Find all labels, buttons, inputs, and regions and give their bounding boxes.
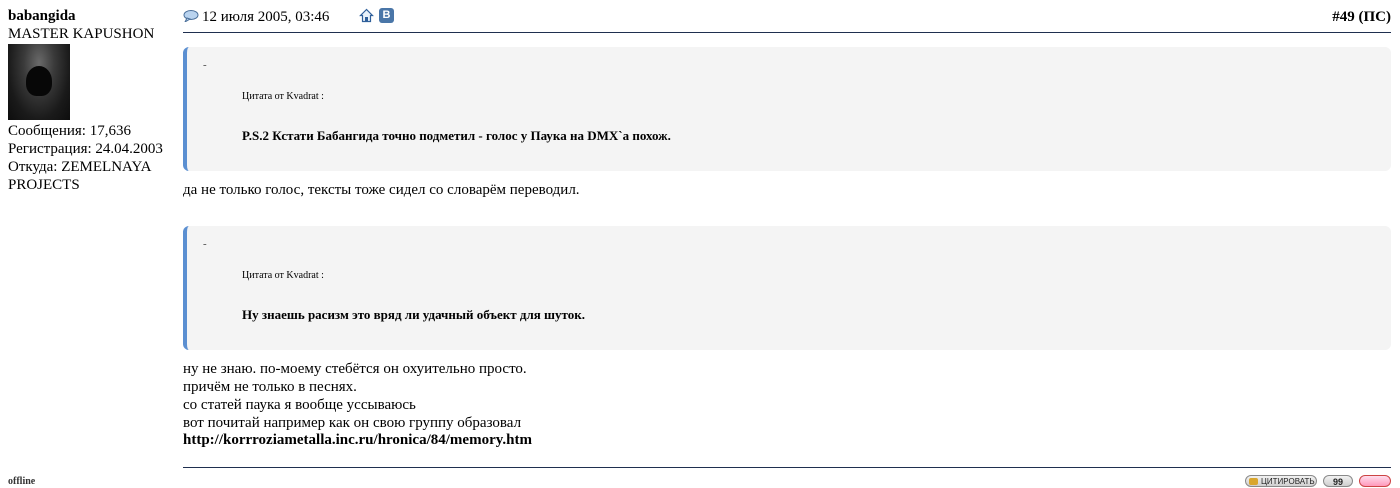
user-registration: Регистрация: 24.04.2003 xyxy=(8,141,163,157)
user-location: Откуда: ZEMELNAYA xyxy=(8,159,152,175)
quote-button[interactable]: ЦИТИРОВАТЬ xyxy=(1245,475,1317,487)
post-text-line: вот почитай например как он свою группу … xyxy=(183,415,522,431)
quote-author: Цитата от Kvadrat : xyxy=(242,270,324,281)
post-number-link[interactable]: #49 xyxy=(1332,9,1355,25)
multiquote-button[interactable]: 99 xyxy=(1323,475,1353,487)
report-button[interactable] xyxy=(1359,475,1391,487)
post-link[interactable]: http://korrroziametalla.inc.ru/hronica/8… xyxy=(183,432,532,449)
user-title: MASTER KAPUSHON xyxy=(8,26,155,42)
speech-bubble-icon xyxy=(183,10,199,22)
post-text-line: со статей паука я вообще уссываюсь xyxy=(183,397,416,413)
quote-author: Цитата от Kvadrat : xyxy=(242,91,324,102)
post-text-line: ну не знаю. по-моему стебётся он охуител… xyxy=(183,361,527,377)
quote-dash: - xyxy=(203,59,207,71)
avatar[interactable] xyxy=(8,44,70,120)
quote-text: Ну знаешь расизм это вряд ли удачный объ… xyxy=(242,307,585,322)
home-icon[interactable] xyxy=(359,8,374,23)
post-date: 12 июля 2005, 03:46 xyxy=(202,9,330,25)
post-text-line: причём не только в песнях. xyxy=(183,379,357,395)
quote-text: P.S.2 Кстати Бабангида точно подметил - … xyxy=(242,128,671,143)
post-footer-divider xyxy=(183,467,1391,468)
user-status: offline xyxy=(8,476,36,487)
post-number[interactable]: #49 (ПС) xyxy=(1332,9,1391,26)
user-location-cont: PROJECTS xyxy=(8,177,80,193)
quote-block: - Цитата от Kvadrat : P.S.2 Кстати Бабан… xyxy=(183,47,1391,171)
username[interactable]: babangida xyxy=(8,7,178,25)
vk-icon[interactable]: В xyxy=(379,8,394,23)
post-number-suffix: (ПС) xyxy=(1358,9,1392,25)
post-header: 12 июля 2005, 03:46 В #49 (ПС) xyxy=(183,7,1391,33)
user-posts-count: Сообщения: 17,636 xyxy=(8,123,131,139)
quote-block: - Цитата от Kvadrat : Ну знаешь расизм э… xyxy=(183,226,1391,350)
post-text: да не только голос, тексты тоже сидел со… xyxy=(183,182,580,198)
user-info: babangida MASTER KAPUSHON Сообщения: 17,… xyxy=(8,7,178,194)
quote-dash: - xyxy=(203,238,207,250)
